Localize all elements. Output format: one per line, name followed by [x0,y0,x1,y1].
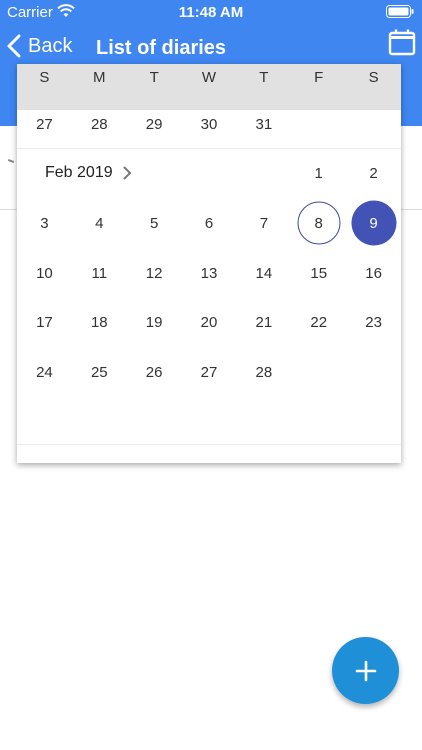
calendar-day[interactable]: 13 [182,253,237,293]
calendar-day[interactable]: 5 [127,203,182,243]
calendar-week-5: 24 25 26 27 28 [17,352,401,392]
calendar-picker: S M T W T F S 27 28 29 30 31 Feb 2019 1 … [17,64,401,463]
calendar-day[interactable]: 4 [72,203,127,243]
calendar-icon[interactable] [388,28,416,56]
calendar-empty-cell [291,104,346,144]
calendar-empty-cell [346,104,401,144]
calendar-day[interactable]: 28 [72,104,127,144]
underlying-mark [7,159,15,163]
calendar-day[interactable]: 29 [127,104,182,144]
calendar-bottom-divider [17,444,401,445]
calendar-week-4: 17 18 19 20 21 22 23 [17,302,401,342]
calendar-day[interactable]: 24 [17,352,72,392]
month-divider [17,148,401,149]
calendar-week-3: 10 11 12 13 14 15 16 [17,253,401,293]
calendar-day[interactable]: 17 [17,302,72,342]
calendar-week-2: 3 4 5 6 7 8 9 [17,203,401,243]
calendar-day[interactable]: 25 [72,352,127,392]
calendar-day[interactable]: 28 [236,352,291,392]
calendar-day-selected[interactable]: 9 [346,203,401,243]
chevron-left-icon [7,34,21,58]
calendar-day[interactable]: 30 [182,104,237,144]
calendar-day[interactable]: 15 [291,253,346,293]
nav-bar: Back List of diaries [0,24,422,64]
back-label: Back [28,34,73,57]
back-button[interactable]: Back [6,32,72,60]
calendar-day[interactable]: 20 [182,302,237,342]
calendar-day[interactable]: 27 [17,104,72,144]
page-title: List of diaries [96,37,227,59]
calendar-day[interactable]: 22 [291,302,346,342]
calendar-day[interactable]: 10 [17,253,72,293]
calendar-day[interactable]: 12 [127,253,182,293]
calendar-day[interactable]: 11 [72,253,127,293]
calendar-empty-cell [291,352,346,392]
calendar-week-prev: 27 28 29 30 31 [17,104,401,144]
add-diary-button[interactable] [332,637,399,704]
calendar-day[interactable]: 31 [236,104,291,144]
calendar-empty-cell [346,352,401,392]
calendar-day[interactable]: 16 [346,253,401,293]
calendar-day[interactable]: 7 [236,203,291,243]
calendar-week-1: 1 2 [17,153,401,193]
status-time: 11:48 AM [178,4,244,21]
calendar-day[interactable]: 23 [346,302,401,342]
calendar-day[interactable]: 14 [236,253,291,293]
calendar-day[interactable]: 21 [236,302,291,342]
calendar-day[interactable]: 1 [291,153,346,193]
status-bar: Carrier 11:48 AM [0,0,422,24]
calendar-day[interactable]: 26 [127,352,182,392]
calendar-day[interactable]: 2 [346,153,401,193]
calendar-day[interactable]: 3 [17,203,72,243]
battery-icon [386,5,414,18]
plus-icon [355,660,376,681]
calendar-day[interactable]: 19 [127,302,182,342]
calendar-day[interactable]: 27 [182,352,237,392]
calendar-day[interactable]: 18 [72,302,127,342]
calendar-day[interactable]: 6 [182,203,237,243]
calendar-day-today[interactable]: 8 [291,203,346,243]
